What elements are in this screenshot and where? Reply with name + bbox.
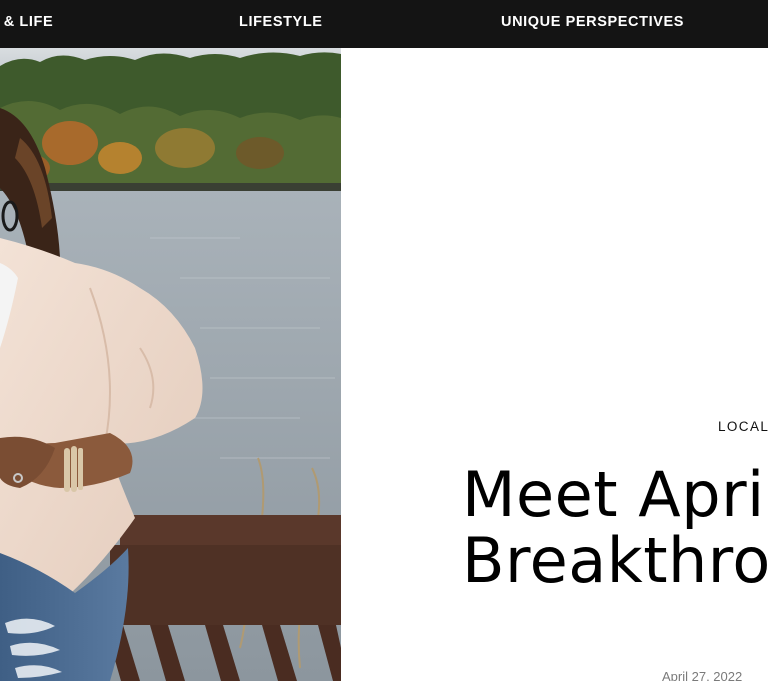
page: K & LIFE LIFESTYLE UNIQUE PERSPECTIVES xyxy=(0,0,768,681)
top-navigation-bar: K & LIFE LIFESTYLE UNIQUE PERSPECTIVES xyxy=(0,0,768,48)
nav-item-work-and-life[interactable]: K & LIFE xyxy=(0,14,53,30)
nav-item-unique-perspectives[interactable]: UNIQUE PERSPECTIVES xyxy=(501,14,684,30)
nav-item-lifestyle[interactable]: LIFESTYLE xyxy=(239,14,323,30)
hero-photo-illustration xyxy=(0,48,341,681)
article-title-line-1: Meet April xyxy=(462,458,768,531)
article-title: Meet April Breakthrough xyxy=(462,462,768,594)
hero-photo xyxy=(0,48,341,681)
article-header: LOCAL Meet April Breakthrough April 27, … xyxy=(341,48,768,681)
publish-date: April 27, 2022 xyxy=(662,669,743,681)
category-link[interactable]: LOCAL xyxy=(718,419,768,434)
article-title-line-2: Breakthrough xyxy=(462,524,768,597)
